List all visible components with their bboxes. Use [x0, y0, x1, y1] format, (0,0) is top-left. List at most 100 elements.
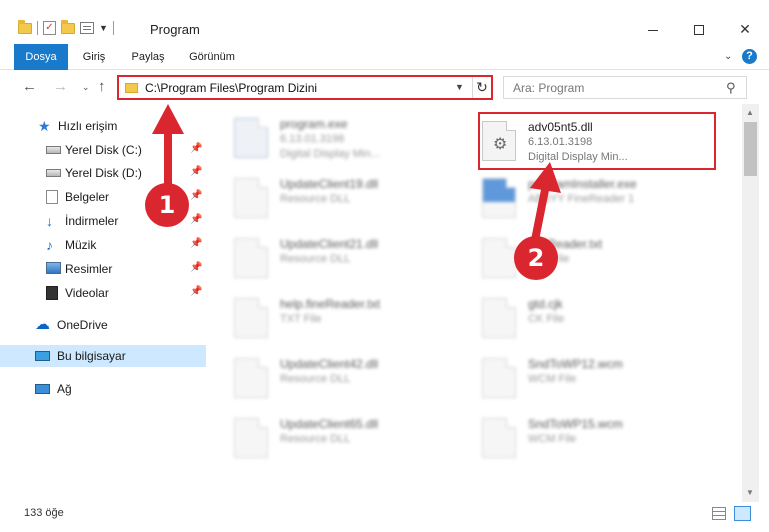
folder-icon[interactable]: [18, 19, 32, 34]
documents-icon: [46, 190, 58, 204]
file-type: Resource DLL: [280, 193, 351, 205]
toolbar-separator: [37, 21, 38, 35]
folder-icon: [125, 83, 138, 93]
file-item[interactable]: UpdateClient65.dll Resource DLL: [212, 410, 452, 466]
address-dropdown-chevron-icon[interactable]: ▼: [455, 82, 464, 92]
navigation-pane: ★ Hızlı erişim Yerel Disk (C:) 📌 Yerel D…: [0, 110, 210, 502]
sidebar-item-label: İndirmeler: [65, 214, 119, 228]
tab-view[interactable]: Görünüm: [187, 44, 237, 70]
pin-icon[interactable]: 📌: [190, 238, 202, 249]
refresh-button[interactable]: ↻: [472, 77, 491, 98]
file-item[interactable]: gtd.cjk CK File: [460, 290, 700, 346]
tab-file[interactable]: Dosya: [14, 44, 68, 70]
new-folder-icon[interactable]: [61, 19, 75, 34]
generic-file-icon: [482, 418, 516, 458]
file-type: Resource DLL: [280, 373, 351, 385]
close-button[interactable]: ✕: [722, 14, 768, 44]
scroll-up-arrow-icon[interactable]: ▲: [746, 108, 754, 117]
maximize-icon: [694, 25, 704, 36]
file-version: 6.13.01.3198: [280, 133, 345, 145]
help-icon[interactable]: ?: [742, 49, 757, 64]
cloud-icon: ☁: [35, 316, 50, 333]
file-item[interactable]: SndToWP15.wcm WCM File: [460, 410, 700, 466]
scroll-down-arrow-icon[interactable]: ▼: [746, 488, 754, 497]
expand-ribbon-chevron-icon[interactable]: ⌄: [724, 51, 732, 62]
search-input[interactable]: Ara: Program ⚲: [503, 76, 747, 99]
file-item[interactable]: help.fineReader.txt TXT File: [212, 290, 452, 346]
installer-file-icon: [482, 178, 516, 218]
sidebar-item-label: Müzik: [65, 238, 97, 252]
sidebar-item-label: Yerel Disk (C:): [65, 143, 142, 157]
tab-share[interactable]: Paylaş: [130, 44, 166, 70]
file-name: gtd.cjk: [528, 297, 563, 311]
sidebar-item-quick-access[interactable]: ★ Hızlı erişim: [0, 115, 206, 137]
pin-icon[interactable]: 📌: [190, 190, 202, 201]
sidebar-item-label: Belgeler: [65, 190, 110, 204]
up-button[interactable]: ↑: [98, 78, 106, 95]
customize-toolbar-dropdown-icon[interactable]: ▼: [99, 23, 108, 33]
sidebar-item-local-disk-d[interactable]: Yerel Disk (D:) 📌: [0, 162, 206, 184]
pin-icon[interactable]: 📌: [190, 143, 202, 154]
forward-button[interactable]: →: [53, 78, 68, 95]
scrollbar-thumb[interactable]: [744, 122, 757, 176]
sidebar-item-this-pc[interactable]: Bu bilgisayar: [0, 345, 206, 367]
dll-file-icon: [234, 358, 268, 398]
sidebar-item-local-disk-c[interactable]: Yerel Disk (C:) 📌: [0, 139, 206, 161]
sidebar-item-music[interactable]: ♪ Müzik 📌: [0, 234, 206, 256]
sidebar-item-pictures[interactable]: Resimler 📌: [0, 258, 206, 280]
sidebar-item-videos[interactable]: Videolar 📌: [0, 282, 206, 304]
pin-icon[interactable]: 📌: [190, 262, 202, 273]
file-name: UpdateClient21.dll: [280, 237, 379, 251]
search-icon[interactable]: ⚲: [726, 80, 736, 96]
pin-icon[interactable]: 📌: [190, 166, 202, 177]
tab-home[interactable]: Giriş: [80, 44, 108, 70]
sidebar-item-network[interactable]: Ağ: [0, 378, 206, 400]
exe-file-icon: [234, 118, 268, 158]
quick-access-toolbar: ✓ ▼: [18, 19, 114, 35]
sidebar-item-label: OneDrive: [57, 318, 108, 332]
pin-icon[interactable]: 📌: [190, 286, 202, 297]
file-item[interactable]: SndToWP12.wcm WCM File: [460, 350, 700, 406]
close-icon: ✕: [739, 21, 751, 37]
videos-icon: [46, 286, 58, 300]
search-placeholder: Ara: Program: [513, 81, 585, 95]
downloads-icon: ↓: [46, 213, 53, 229]
text-file-icon: [482, 238, 516, 278]
sidebar-item-label: Ağ: [57, 382, 72, 396]
file-item[interactable]: program.exe 6.13.01.3198 Digital Display…: [212, 110, 452, 166]
file-item[interactable]: programInstaller.exe ABBYY FineReader 1: [460, 170, 700, 226]
highlight-box: [478, 112, 716, 170]
file-item[interactable]: fineReader.txt TXT File: [460, 230, 700, 286]
file-type: Resource DLL: [280, 433, 351, 445]
sidebar-item-onedrive[interactable]: ☁ OneDrive: [0, 314, 206, 336]
file-name: help.fineReader.txt: [280, 297, 381, 311]
file-name: programInstaller.exe: [528, 177, 637, 191]
address-path[interactable]: C:\Program Files\Program Dizini: [145, 81, 317, 95]
step-badge-1: 1: [145, 183, 189, 227]
large-icons-view-icon[interactable]: [734, 506, 751, 521]
properties-check-icon[interactable]: ✓: [43, 21, 56, 35]
file-item[interactable]: UpdateClient21.dll Resource DLL: [212, 230, 452, 286]
file-item[interactable]: UpdateClient19.dll Resource DLL: [212, 170, 452, 226]
back-button[interactable]: ←: [22, 78, 37, 95]
file-type: Resource DLL: [280, 253, 351, 265]
minimize-button[interactable]: [630, 14, 676, 44]
address-bar[interactable]: C:\Program Files\Program Dizini ▼ ↻: [117, 75, 493, 100]
maximize-button[interactable]: [676, 14, 722, 44]
recent-locations-chevron-icon[interactable]: ⌄: [82, 82, 90, 93]
sidebar-item-label: Yerel Disk (D:): [65, 166, 142, 180]
generic-file-icon: [482, 358, 516, 398]
pin-icon[interactable]: 📌: [190, 214, 202, 225]
vertical-scrollbar[interactable]: ▲ ▼: [742, 104, 759, 502]
star-icon: ★: [38, 118, 51, 134]
music-icon: ♪: [46, 237, 53, 253]
dll-file-icon: [234, 238, 268, 278]
properties-icon[interactable]: [80, 22, 94, 34]
file-item[interactable]: UpdateClient42.dll Resource DLL: [212, 350, 452, 406]
dll-file-icon: [234, 418, 268, 458]
navigation-bar: ← → ⌄ ↑ C:\Program Files\Program Dizini …: [0, 70, 769, 104]
file-name: UpdateClient42.dll: [280, 357, 379, 371]
details-view-icon[interactable]: [712, 507, 726, 520]
file-type: ABBYY FineReader 1: [528, 193, 635, 205]
sidebar-item-label: Videolar: [65, 286, 109, 300]
